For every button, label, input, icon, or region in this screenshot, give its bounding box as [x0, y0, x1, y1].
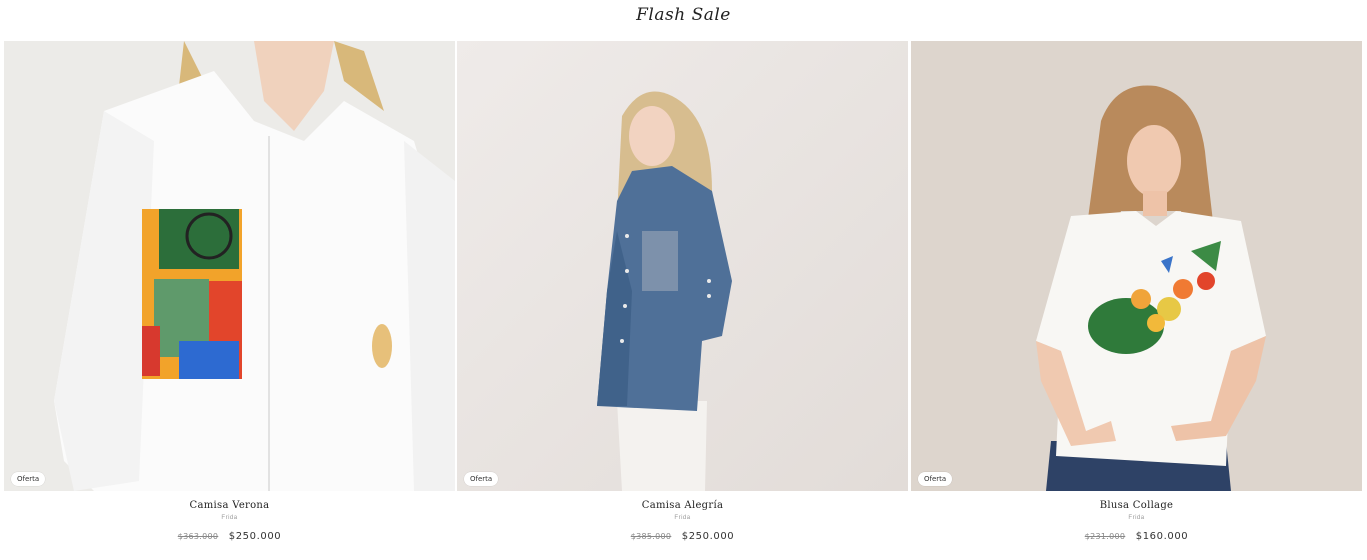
product-name[interactable]: Camisa Alegría	[457, 499, 908, 513]
product-image[interactable]: Oferta	[4, 41, 455, 491]
regular-price: $363.000	[177, 532, 219, 541]
product-card[interactable]: Oferta Camisa Verona Frida $363.000 $250…	[4, 41, 455, 556]
product-photo-camisa-alegria	[457, 41, 908, 491]
product-price: $231.000 $160.000	[911, 528, 1362, 542]
product-image[interactable]: Oferta	[457, 41, 908, 491]
product-vendor: Frida	[221, 515, 238, 521]
product-vendor: Frida	[674, 515, 691, 521]
product-vendor: Frida	[1128, 515, 1145, 521]
product-image[interactable]: Oferta	[911, 41, 1362, 491]
regular-price: $231.000	[1084, 532, 1126, 541]
product-photo-camisa-verona	[4, 41, 455, 491]
regular-price: $385.000	[630, 532, 672, 541]
product-card[interactable]: Oferta Blusa Collage Frida $231.000 $160…	[911, 41, 1362, 556]
product-name[interactable]: Blusa Collage	[911, 499, 1362, 513]
sale-badge: Oferta	[11, 472, 46, 486]
section-title: Flash Sale	[636, 5, 731, 25]
sale-price: $250.000	[681, 531, 735, 542]
sale-badge: Oferta	[918, 472, 953, 486]
sale-badge: Oferta	[464, 472, 499, 486]
product-info: Camisa Alegría Frida $385.000 $250.000	[457, 499, 908, 542]
sale-price: $160.000	[1135, 531, 1189, 542]
product-price: $385.000 $250.000	[457, 528, 908, 542]
product-info: Camisa Verona Frida $363.000 $250.000	[4, 499, 455, 542]
product-name[interactable]: Camisa Verona	[4, 499, 455, 513]
product-photo-blusa-collage	[911, 41, 1362, 491]
product-info: Blusa Collage Frida $231.000 $160.000	[911, 499, 1362, 542]
product-card[interactable]: Oferta Camisa Alegría Frida $385.000 $25…	[457, 41, 908, 556]
product-price: $363.000 $250.000	[4, 528, 455, 542]
product-grid: Oferta Camisa Verona Frida $363.000 $250…	[4, 41, 1363, 556]
sale-price: $250.000	[228, 531, 282, 542]
